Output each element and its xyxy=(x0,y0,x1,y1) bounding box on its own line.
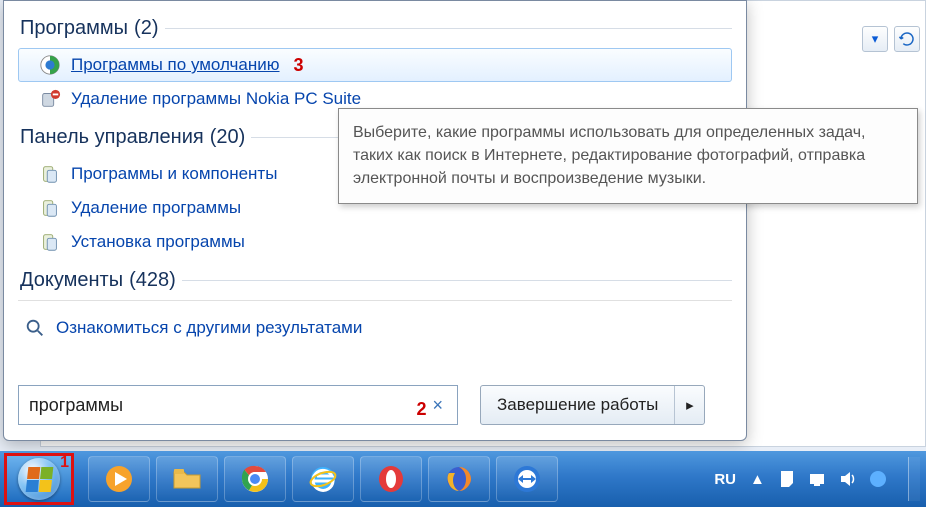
tooltip: Выберите, какие программы использовать д… xyxy=(338,108,918,204)
shutdown-label: Завершение работы xyxy=(497,395,658,415)
result-default-programs[interactable]: Программы по умолчанию 3 xyxy=(18,48,732,82)
action-center-icon[interactable] xyxy=(778,469,798,489)
tray-icons xyxy=(778,469,888,489)
taskbar-ie[interactable] xyxy=(292,456,354,502)
network-icon[interactable] xyxy=(808,469,828,489)
search-icon xyxy=(24,317,46,339)
see-more-label: Ознакомиться с другими результатами xyxy=(56,318,362,338)
shutdown-button[interactable]: Завершение работы xyxy=(481,386,674,424)
chrome-icon xyxy=(239,463,271,495)
annotation-2: 2 xyxy=(416,399,426,420)
tray-app-icon[interactable] xyxy=(868,469,888,489)
section-title: Панель управления xyxy=(20,126,204,149)
result-label: Программы по умолчанию xyxy=(71,55,280,75)
ie-icon xyxy=(307,463,339,495)
search-input[interactable] xyxy=(29,395,412,416)
divider-line xyxy=(182,280,732,281)
refresh-icon xyxy=(898,30,916,48)
firefox-icon xyxy=(443,463,475,495)
tray-overflow-button[interactable]: ▲ xyxy=(750,471,764,488)
annotation-3: 3 xyxy=(294,55,304,76)
annotation-1: 1 xyxy=(60,454,69,472)
language-indicator[interactable]: RU xyxy=(714,471,736,488)
shutdown-split-button: Завершение работы ▸ xyxy=(480,385,705,425)
taskbar-firefox[interactable] xyxy=(428,456,490,502)
windows-orb-icon xyxy=(18,458,60,500)
chevron-right-icon: ▸ xyxy=(686,396,694,414)
taskbar-chrome[interactable] xyxy=(224,456,286,502)
section-title: Документы xyxy=(20,269,123,292)
show-desktop-button[interactable] xyxy=(908,457,920,501)
divider-line xyxy=(165,28,733,29)
taskbar-opera[interactable] xyxy=(360,456,422,502)
start-button[interactable]: 1 xyxy=(4,453,74,505)
uninstall-nokia-icon xyxy=(39,88,61,110)
view-dropdown-button[interactable]: ▾ xyxy=(862,26,888,52)
section-count: (20) xyxy=(210,126,246,149)
search-box[interactable]: 2 × xyxy=(18,385,458,425)
start-menu: Программы (2) Программы по умолчанию 3 У… xyxy=(3,0,747,441)
media-player-icon xyxy=(103,463,135,495)
section-count: (2) xyxy=(134,17,158,40)
refresh-button[interactable] xyxy=(894,26,920,52)
volume-icon[interactable] xyxy=(838,469,858,489)
install-program-icon xyxy=(39,231,61,253)
section-header-programs: Программы (2) xyxy=(20,17,732,40)
see-more-results[interactable]: Ознакомиться с другими результатами xyxy=(18,311,732,345)
section-header-documents: Документы (428) xyxy=(20,269,732,292)
chevron-down-icon: ▾ xyxy=(872,31,879,47)
result-label: Установка программы xyxy=(71,232,245,252)
thin-divider xyxy=(18,300,732,301)
programs-results: Программы по умолчанию 3 Удаление програ… xyxy=(18,48,732,116)
uninstall-program-icon xyxy=(39,197,61,219)
taskbar-explorer[interactable] xyxy=(156,456,218,502)
file-explorer-icon xyxy=(171,463,203,495)
teamviewer-icon xyxy=(511,463,543,495)
system-tray: RU ▲ xyxy=(714,457,920,501)
section-count: (428) xyxy=(129,269,176,292)
search-row: 2 × Завершение работы ▸ xyxy=(18,384,732,426)
result-label: Программы и компоненты xyxy=(71,164,277,184)
default-programs-icon xyxy=(39,54,61,76)
result-label: Удаление программы xyxy=(71,198,241,218)
bg-toolbar: ▾ xyxy=(862,24,920,54)
shutdown-options-button[interactable]: ▸ xyxy=(674,386,704,424)
taskbar-media-player[interactable] xyxy=(88,456,150,502)
result-label: Удаление программы Nokia PC Suite xyxy=(71,89,361,109)
section-title: Программы xyxy=(20,17,128,40)
tooltip-text: Выберите, какие программы использовать д… xyxy=(353,124,866,187)
clear-search-button[interactable]: × xyxy=(426,395,449,416)
programs-features-icon xyxy=(39,163,61,185)
taskbar-teamviewer[interactable] xyxy=(496,456,558,502)
result-install-program[interactable]: Установка программы xyxy=(18,225,732,259)
taskbar: 1 RU ▲ xyxy=(0,451,926,507)
taskbar-pinned xyxy=(88,456,558,502)
opera-icon xyxy=(375,463,407,495)
